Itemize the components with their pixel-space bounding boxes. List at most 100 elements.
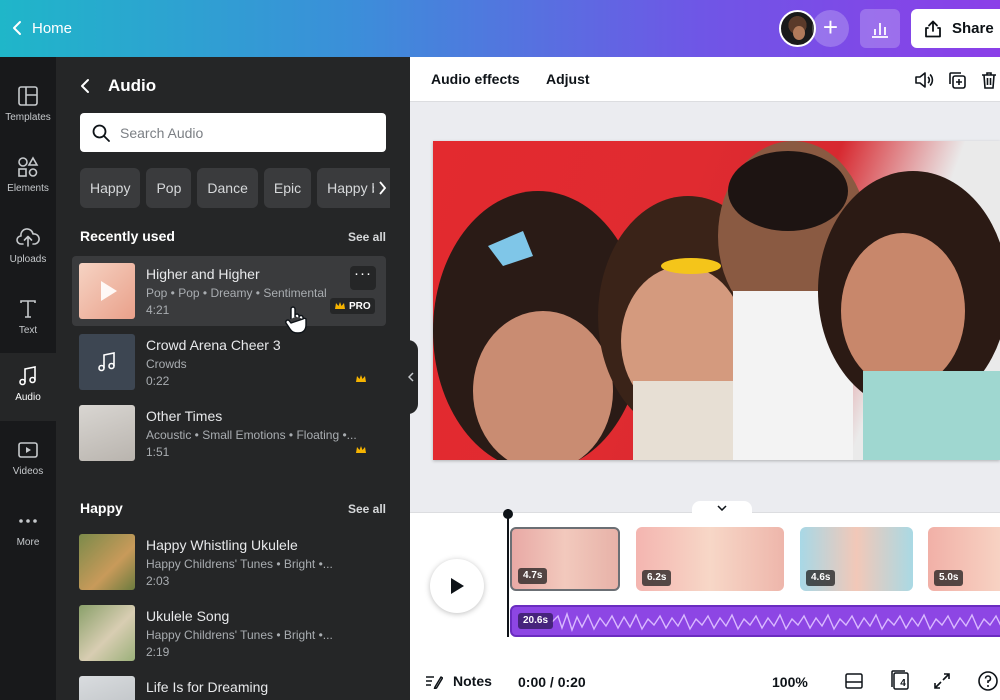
help-icon bbox=[978, 671, 998, 691]
rail-item-audio[interactable]: Audio bbox=[0, 353, 56, 421]
video-icon bbox=[18, 442, 38, 458]
insights-button[interactable] bbox=[860, 9, 900, 48]
chip-epic[interactable]: Epic bbox=[263, 168, 312, 208]
avatar[interactable] bbox=[779, 10, 816, 47]
track-title: Ukulele Song bbox=[146, 608, 230, 624]
rail-label: Text bbox=[18, 325, 38, 336]
track-title: Life Is for Dreaming bbox=[146, 679, 269, 695]
track-thumbnail bbox=[79, 334, 135, 390]
templates-icon bbox=[18, 86, 38, 106]
chip-happy[interactable]: Happy bbox=[80, 168, 141, 208]
rail-label: Templates bbox=[5, 112, 51, 123]
timeline-clip-3[interactable]: 4.6s bbox=[800, 527, 913, 591]
video-canvas[interactable] bbox=[433, 141, 1000, 460]
bar-chart-icon bbox=[872, 22, 888, 38]
list-item[interactable]: Life Is for Dreaming bbox=[72, 669, 386, 700]
track-title: Higher and Higher bbox=[146, 266, 260, 282]
search-input[interactable] bbox=[120, 124, 360, 141]
share-button[interactable]: Share bbox=[911, 9, 1000, 48]
list-item[interactable]: Happy Whistling Ukulele Happy Childrens'… bbox=[72, 527, 386, 597]
clip-duration: 6.2s bbox=[642, 570, 672, 586]
add-collaborator-button[interactable]: + bbox=[812, 10, 849, 47]
track-duration: 1:51 bbox=[146, 445, 170, 459]
see-all-recent[interactable]: See all bbox=[348, 230, 386, 244]
expand-icon bbox=[934, 673, 950, 689]
audio-track[interactable]: 20.6s bbox=[510, 605, 1000, 637]
rail-item-text[interactable]: Text bbox=[0, 286, 56, 354]
list-item[interactable]: Higher and Higher Pop • Pop • Dreamy • S… bbox=[72, 256, 386, 326]
playhead[interactable] bbox=[503, 509, 513, 637]
volume-button[interactable] bbox=[913, 69, 935, 91]
panel-header: Audio bbox=[80, 75, 156, 97]
duplicate-icon bbox=[949, 72, 966, 89]
crown-icon bbox=[335, 302, 345, 309]
left-rail: Templates Elements Uploads Text Audio Vi… bbox=[0, 57, 56, 700]
play-icon bbox=[101, 281, 117, 301]
timeline-clip-2[interactable]: 6.2s bbox=[636, 527, 784, 591]
play-button[interactable] bbox=[430, 559, 484, 613]
canvas-photo-image bbox=[433, 141, 1000, 460]
notes-button[interactable]: Notes bbox=[425, 673, 492, 689]
rail-item-more[interactable]: More bbox=[0, 498, 56, 566]
track-duration: 2:19 bbox=[146, 645, 170, 659]
home-label: Home bbox=[32, 19, 73, 37]
delete-button[interactable] bbox=[978, 69, 1000, 91]
timeline-clip-1[interactable]: 4.7s bbox=[510, 527, 620, 591]
clip-duration: 4.6s bbox=[806, 570, 836, 586]
track-thumbnail bbox=[79, 605, 135, 661]
timeline-clip-4[interactable]: 5.0s bbox=[928, 527, 1000, 591]
help-button[interactable] bbox=[976, 669, 1000, 693]
see-all-happy[interactable]: See all bbox=[348, 502, 386, 516]
chip-dance[interactable]: Dance bbox=[197, 168, 258, 208]
rail-label: Elements bbox=[7, 183, 49, 194]
crown-icon bbox=[354, 444, 368, 456]
track-thumbnail bbox=[79, 676, 135, 700]
rail-item-videos[interactable]: Videos bbox=[0, 427, 56, 495]
pages-button[interactable]: 4 bbox=[889, 669, 913, 693]
timeline-toggle-button[interactable] bbox=[692, 501, 752, 515]
duplicate-button[interactable] bbox=[946, 69, 968, 91]
uploads-icon bbox=[16, 228, 40, 247]
clip-duration: 4.7s bbox=[518, 568, 548, 584]
search-icon bbox=[92, 124, 110, 142]
tab-audio-effects[interactable]: Audio effects bbox=[431, 71, 520, 87]
rail-label: More bbox=[16, 537, 40, 548]
play-icon bbox=[451, 578, 464, 594]
list-item[interactable]: Other Times Acoustic • Small Emotions • … bbox=[72, 398, 386, 468]
track-meta: Happy Childrens' Tunes • Bright •... bbox=[146, 628, 333, 642]
chips-next-button[interactable] bbox=[374, 168, 390, 208]
rail-item-templates[interactable]: Templates bbox=[0, 73, 56, 141]
home-button[interactable]: Home bbox=[6, 14, 72, 42]
track-title: Crowd Arena Cheer 3 bbox=[146, 337, 281, 353]
search-box[interactable] bbox=[80, 113, 386, 152]
track-duration: 2:03 bbox=[146, 574, 170, 588]
list-item[interactable]: Ukulele Song Happy Childrens' Tunes • Br… bbox=[72, 598, 386, 668]
editor-toolbar: Audio effects Adjust bbox=[410, 57, 1000, 102]
collapse-panel-button[interactable] bbox=[404, 340, 418, 414]
share-icon bbox=[925, 20, 941, 37]
fullscreen-button[interactable] bbox=[930, 669, 954, 693]
music-note-icon bbox=[98, 352, 115, 372]
more-options-button[interactable]: ··· bbox=[350, 266, 376, 290]
section-title-happy: Happy bbox=[80, 500, 123, 516]
list-item[interactable]: Crowd Arena Cheer 3 Crowds 0:22 bbox=[72, 327, 386, 397]
clip-duration: 5.0s bbox=[934, 570, 964, 586]
rail-label: Audio bbox=[15, 392, 41, 403]
section-title-recent: Recently used bbox=[80, 228, 175, 244]
track-meta: Acoustic • Small Emotions • Floating •..… bbox=[146, 428, 357, 442]
crown-icon bbox=[354, 373, 368, 385]
rail-item-elements[interactable]: Elements bbox=[0, 144, 56, 212]
top-bar: Home + Share bbox=[0, 0, 1000, 57]
notes-icon bbox=[426, 676, 443, 689]
back-button[interactable] bbox=[80, 78, 96, 94]
grid-view-button[interactable] bbox=[842, 669, 866, 693]
rail-item-uploads[interactable]: Uploads bbox=[0, 215, 56, 283]
track-thumbnail bbox=[79, 263, 135, 319]
timeline-footer: Notes 0:00 / 0:20 100% 4 bbox=[410, 663, 1000, 700]
zoom-level[interactable]: 100% bbox=[772, 674, 808, 690]
trash-icon bbox=[982, 72, 996, 89]
chip-pop[interactable]: Pop bbox=[146, 168, 192, 208]
audio-panel: Audio HappyPopDanceEpicHappy b Recently … bbox=[56, 57, 410, 700]
tab-adjust[interactable]: Adjust bbox=[546, 71, 590, 87]
track-thumbnail bbox=[79, 534, 135, 590]
